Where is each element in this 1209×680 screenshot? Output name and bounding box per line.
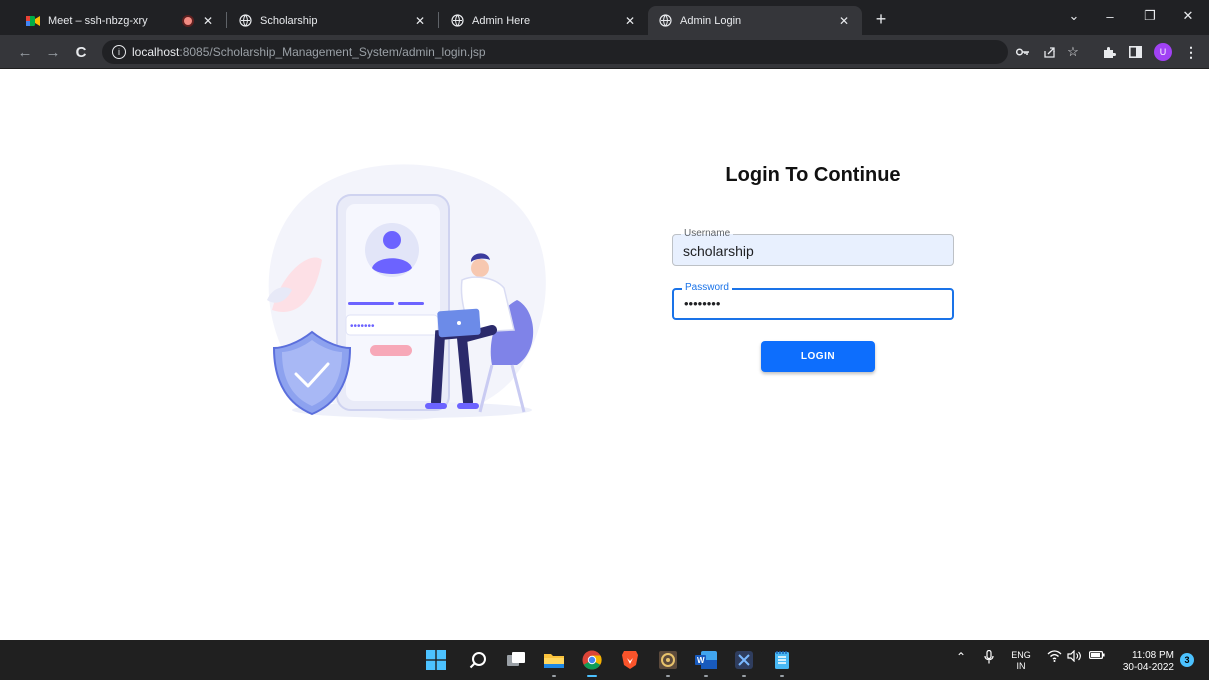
language-indicator[interactable]: ENG IN — [1008, 650, 1034, 672]
tab-admin-here[interactable]: Admin Here ✕ — [440, 6, 648, 35]
notepad-icon[interactable] — [770, 648, 794, 677]
extensions-icon[interactable] — [1100, 43, 1118, 61]
running-indicator — [666, 675, 670, 677]
recording-icon — [184, 16, 192, 25]
globe-icon — [238, 14, 252, 28]
close-icon[interactable]: ✕ — [200, 13, 216, 29]
close-icon[interactable]: ✕ — [622, 13, 638, 29]
close-icon[interactable]: ✕ — [412, 13, 428, 29]
username-value[interactable]: scholarship — [683, 243, 754, 259]
url-path: :8085/Scholarship_Management_System/admi… — [179, 45, 486, 59]
side-panel-icon[interactable] — [1126, 43, 1144, 61]
menu-kebab-icon[interactable]: ⋮ — [1182, 43, 1200, 61]
address-bar[interactable]: i localhost:8085/Scholarship_Management_… — [102, 40, 1008, 64]
username-label: Username — [681, 228, 734, 240]
notification-badge[interactable]: 3 — [1180, 653, 1194, 667]
tab-divider — [438, 12, 439, 28]
forward-button[interactable]: → — [42, 41, 64, 63]
password-field[interactable]: Password •••••••• — [672, 282, 954, 320]
running-indicator — [742, 675, 746, 677]
globe-icon — [658, 14, 672, 28]
tab-title: Admin Here — [472, 14, 531, 27]
profile-avatar[interactable]: U — [1154, 43, 1172, 61]
chrome-icon[interactable] — [580, 648, 604, 677]
running-indicator — [552, 675, 556, 677]
chevron-up-icon[interactable]: ⌃ — [954, 650, 968, 664]
login-button[interactable]: LOGIN — [761, 341, 875, 372]
info-icon[interactable]: i — [112, 45, 126, 59]
share-icon[interactable] — [1040, 43, 1058, 61]
new-tab-button[interactable]: + — [870, 8, 892, 30]
svg-text:W: W — [697, 656, 705, 665]
tab-admin-login[interactable]: Admin Login ✕ — [648, 6, 862, 35]
windows-taskbar: W ⌃ ENG IN 11:08 PM 30-04-2022 3 — [0, 640, 1209, 680]
clock-date: 30-04-2022 — [1122, 662, 1174, 673]
password-value[interactable]: •••••••• — [684, 296, 720, 311]
page-title: Login To Continue — [725, 164, 901, 186]
login-illustration: ••••••• — [262, 160, 554, 425]
battery-icon[interactable] — [1088, 650, 1106, 660]
globe-icon — [450, 14, 464, 28]
file-explorer-icon[interactable] — [542, 648, 566, 677]
google-meet-icon — [26, 14, 40, 28]
snipping-tool-icon[interactable] — [732, 648, 756, 677]
active-indicator — [587, 675, 597, 677]
url-host: localhost — [132, 45, 180, 59]
close-icon[interactable]: ✕ — [836, 13, 852, 29]
task-view-icon[interactable] — [504, 648, 528, 672]
running-indicator — [704, 675, 708, 677]
system-clock[interactable]: 11:08 PM 30-04-2022 — [1118, 650, 1174, 674]
tab-scholarship[interactable]: Scholarship ✕ — [228, 6, 438, 35]
browser-tab-strip: Meet – ssh-nbzg-xry ✕ Scholarship ✕ Admi… — [0, 0, 1209, 35]
back-button[interactable]: ← — [14, 41, 36, 63]
start-windows-icon[interactable] — [424, 648, 448, 672]
brave-icon[interactable] — [618, 648, 642, 672]
close-window-button[interactable]: ✕ — [1176, 6, 1200, 26]
illustration-dots: ••••••• — [350, 321, 375, 332]
restore-button[interactable]: ❐ — [1138, 6, 1162, 26]
tab-title: Meet – ssh-nbzg-xry — [48, 14, 148, 27]
password-label: Password — [682, 282, 732, 294]
tab-title: Scholarship — [260, 14, 318, 27]
language-code: ENG — [1011, 650, 1031, 660]
app-icon[interactable] — [656, 648, 680, 677]
microphone-icon[interactable] — [982, 650, 996, 664]
username-field[interactable]: Username scholarship — [672, 228, 954, 266]
reload-button[interactable]: C — [70, 41, 92, 63]
clock-time: 11:08 PM — [1131, 650, 1174, 661]
tab-search-icon[interactable]: ⌄ — [1062, 6, 1086, 26]
search-icon[interactable] — [466, 648, 490, 672]
tab-title: Admin Login — [680, 14, 742, 27]
bookmark-star-icon[interactable]: ☆ — [1064, 43, 1082, 61]
volume-icon[interactable] — [1066, 650, 1082, 662]
tab-divider — [226, 12, 227, 28]
tab-meet[interactable]: Meet – ssh-nbzg-xry ✕ — [16, 6, 226, 35]
region-code: IN — [1016, 661, 1026, 671]
running-indicator — [780, 675, 784, 677]
minimize-button[interactable]: – — [1098, 6, 1122, 26]
browser-toolbar: ← → C i localhost:8085/Scholarship_Manag… — [0, 35, 1209, 69]
word-icon[interactable]: W — [694, 648, 718, 677]
wifi-icon[interactable] — [1046, 650, 1062, 662]
key-icon[interactable] — [1014, 43, 1032, 61]
